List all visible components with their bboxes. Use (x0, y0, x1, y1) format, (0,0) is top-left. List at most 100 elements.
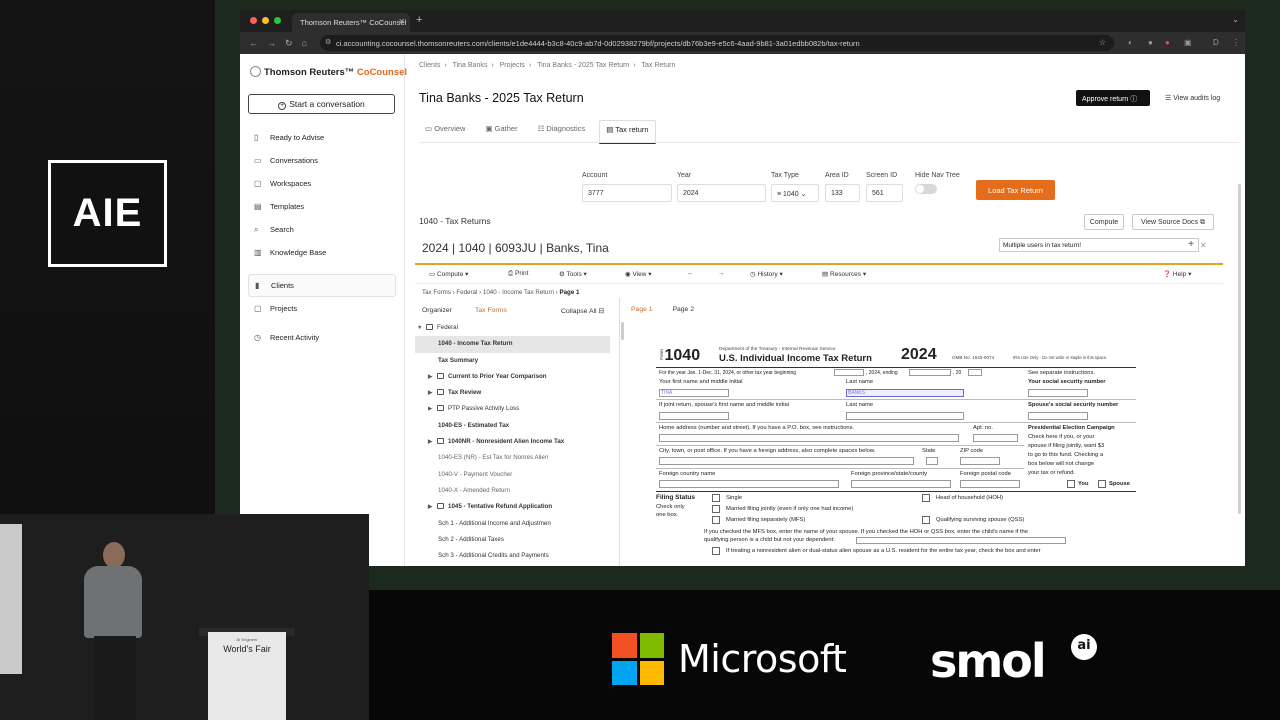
profile-avatar-icon[interactable]: D (1213, 38, 1219, 47)
tree-row-sch1[interactable]: Sch 1 - Additional Income and Adjustmen (415, 516, 610, 532)
mfs-checkbox[interactable] (712, 516, 720, 524)
browser-menu-icon[interactable]: ⋮ (1232, 38, 1240, 47)
qss-checkbox[interactable] (922, 516, 930, 524)
sidebar-item-projects[interactable]: ▢ Projects (248, 297, 396, 320)
site-info-icon[interactable]: ⚙ (325, 38, 331, 46)
minimize-window-icon[interactable] (262, 17, 269, 24)
view-menu[interactable]: ◉ View ▾ (625, 270, 652, 278)
breadcrumb-item[interactable]: Tina Banks (453, 62, 488, 69)
form-breadcrumb-item[interactable]: Tax Forms (422, 289, 451, 296)
window-controls[interactable] (250, 17, 281, 24)
view-source-docs-button[interactable]: View Source Docs ⧉ (1132, 214, 1214, 230)
forward-icon[interactable]: → (267, 38, 276, 48)
foreign-province-input[interactable] (851, 480, 951, 488)
back-icon[interactable]: ← (249, 38, 258, 48)
tree-row-1040v[interactable]: 1040-V - Payment Voucher (415, 467, 610, 483)
form-scrollbar[interactable] (1238, 184, 1241, 514)
tab-tax-return[interactable]: ▤ Tax return (599, 120, 656, 144)
area-id-input[interactable]: 133 (825, 184, 860, 202)
sidebar-item-ready-to-advise[interactable]: ▯ Ready to Advise (248, 126, 396, 149)
history-menu[interactable]: ◷ History ▾ (750, 270, 783, 278)
zip-input[interactable] (960, 457, 1000, 465)
start-conversation-button[interactable]: + Start a conversation (248, 94, 395, 114)
tax-type-select[interactable]: ≡ 1040 ⌄ (771, 184, 819, 202)
last-name-input[interactable]: BANKS (846, 389, 964, 397)
sidebar-item-recent-activity[interactable]: ◷ Recent Activity (248, 326, 396, 349)
foreign-country-input[interactable] (659, 480, 839, 488)
sidebar-item-search[interactable]: ⌕ Search (248, 218, 396, 241)
compute-button[interactable]: Compute (1084, 214, 1124, 230)
tree-row-1045[interactable]: ▶ 1045 - Tentative Refund Application (415, 499, 610, 515)
foreign-postal-input[interactable] (960, 480, 1020, 488)
extensions-puzzle-icon[interactable]: ▣ (1184, 38, 1192, 47)
organizer-tab[interactable]: Organizer (422, 307, 452, 314)
spouse-child-name-input[interactable] (856, 537, 1066, 544)
city-input[interactable] (659, 457, 914, 465)
breadcrumb-item[interactable]: Clients (419, 62, 440, 69)
single-checkbox[interactable] (712, 494, 720, 502)
ssn-input[interactable] (1028, 389, 1088, 397)
collapse-all-button[interactable]: Collapse All ⊟ (561, 307, 604, 315)
tab-overview[interactable]: ▭ Overview (419, 120, 471, 144)
sidebar-item-clients[interactable]: ▮ Clients (248, 274, 396, 297)
sidebar-item-workspaces[interactable]: ▢ Workspaces (248, 172, 396, 195)
sidebar-item-conversations[interactable]: ▭ Conversations (248, 149, 396, 172)
breadcrumb-item[interactable]: Tina Banks - 2025 Tax Return (537, 62, 629, 69)
approve-return-button[interactable]: Approve return ⓘ (1076, 90, 1150, 106)
form-breadcrumb-item[interactable]: 1040 - Income Tax Return (483, 289, 554, 296)
tree-row-comparison[interactable]: ▶ Current to Prior Year Comparison (415, 369, 610, 385)
print-button[interactable]: ⎙ Print (508, 270, 528, 278)
hide-nav-tree-toggle[interactable] (915, 184, 937, 194)
address-bar[interactable]: ⚙ ci.accounting.cocounsel.thomsonreuters… (320, 35, 1114, 51)
tax-year-begin-input[interactable] (834, 369, 864, 376)
screen-id-input[interactable]: 561 (866, 184, 903, 202)
year-input[interactable]: 2024 (677, 184, 766, 202)
tree-row-ptp[interactable]: ▶ PTP Passive Activity Loss (415, 401, 610, 417)
tree-row-1040nr[interactable]: ▶ 1040NR - Nonresident Alien Income Tax (415, 434, 610, 450)
mfj-checkbox[interactable] (712, 505, 720, 513)
tree-row-1040x[interactable]: 1040-X - Amended Return (415, 483, 610, 499)
form-breadcrumb-item[interactable]: Federal (456, 289, 477, 296)
extension-icon[interactable]: ◐ (1128, 38, 1133, 47)
profile-extension-icon[interactable]: ● (1148, 38, 1153, 47)
maximize-window-icon[interactable] (274, 17, 281, 24)
tab-page-2[interactable]: Page 2 (672, 306, 694, 313)
reload-icon[interactable]: ↻ (285, 38, 293, 49)
sidebar-item-templates[interactable]: ▤ Templates (248, 195, 396, 218)
previous-arrow-icon[interactable]: ← (687, 270, 694, 277)
compute-menu[interactable]: ▭ Compute ▾ (429, 270, 468, 278)
tab-search-icon[interactable]: ⌄ (1232, 15, 1239, 24)
home-address-input[interactable] (659, 434, 959, 442)
home-icon[interactable]: ⌂ (302, 38, 307, 48)
spouse-last-name-input[interactable] (846, 412, 964, 420)
close-window-icon[interactable] (250, 17, 257, 24)
pec-you-checkbox[interactable] (1067, 480, 1075, 488)
bookmark-star-icon[interactable]: ☆ (1099, 38, 1106, 47)
nonresident-spouse-checkbox[interactable] (712, 547, 720, 555)
notification-extension-icon[interactable]: ● (1165, 38, 1170, 47)
breadcrumb-item[interactable]: Projects (500, 62, 525, 69)
tree-row-1040[interactable]: 1040 - Income Tax Return (415, 336, 610, 353)
tree-row-1040es[interactable]: 1040-ES - Estimated Tax (415, 418, 610, 434)
breadcrumb-item[interactable]: Tax Return (642, 62, 676, 69)
spouse-first-name-input[interactable] (659, 412, 729, 420)
account-input[interactable]: 3777 (582, 184, 672, 202)
expand-toast-icon[interactable]: + (1188, 239, 1194, 250)
tree-row-sch3[interactable]: Sch 3 - Additional Credits and Payments (415, 548, 610, 564)
new-tab-icon[interactable]: + (416, 14, 422, 26)
load-tax-return-button[interactable]: Load Tax Return (976, 180, 1055, 200)
state-input[interactable] (926, 457, 938, 465)
apt-input[interactable] (973, 434, 1018, 442)
resources-menu[interactable]: ▤ Resources ▾ (822, 270, 866, 278)
next-arrow-icon[interactable]: → (718, 270, 725, 277)
close-tab-icon[interactable]: ✕ (398, 17, 405, 26)
tree-row-sch2[interactable]: Sch 2 - Additional Taxes (415, 532, 610, 548)
help-menu[interactable]: ❓ Help ▾ (1163, 270, 1191, 278)
first-name-input[interactable]: TINA (659, 389, 729, 397)
tree-row-federal[interactable]: ▼ Federal (415, 320, 610, 336)
tools-menu[interactable]: ⚙ Tools ▾ (559, 270, 587, 278)
view-audits-log-link[interactable]: ☰ View audits log (1165, 94, 1220, 102)
tree-row-1040es-nr[interactable]: 1040-ES (NR) - Est Tax for Nonres Alien (415, 450, 610, 466)
dismiss-toast-icon[interactable]: ✕ (1200, 241, 1207, 250)
tab-diagnostics[interactable]: ☷ Diagnostics (532, 120, 592, 144)
